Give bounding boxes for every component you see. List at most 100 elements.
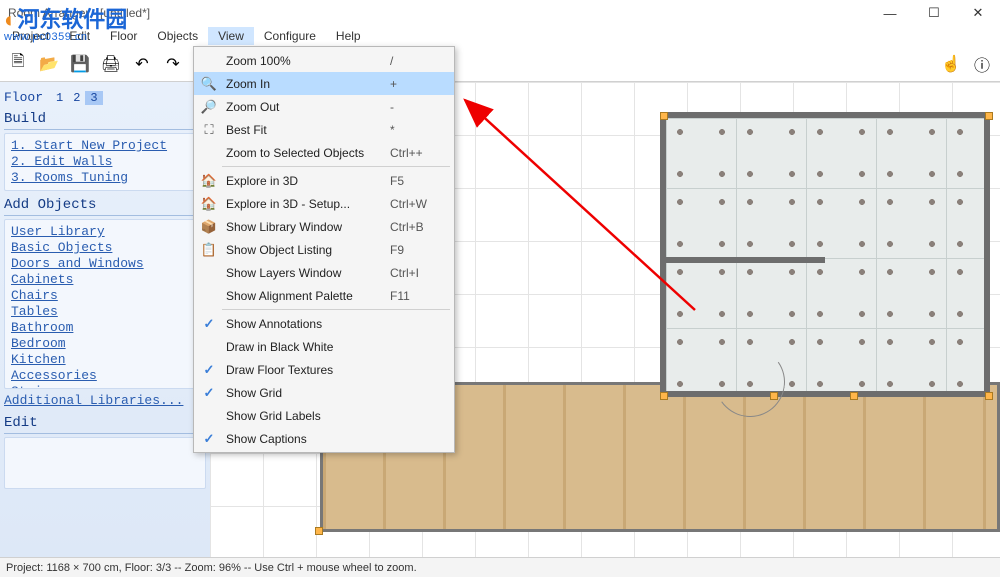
menu-item-draw-in-black-white[interactable]: Draw in Black White xyxy=(194,335,454,358)
category-chairs[interactable]: Chairs xyxy=(11,288,199,304)
print-button[interactable]: 🖨 xyxy=(97,50,125,78)
sidebar: Floor 123 Build 1. Start New Project2. E… xyxy=(0,82,210,557)
menu-icon: 🏠 xyxy=(198,196,220,212)
menu-item-label: Draw in Black White xyxy=(220,340,390,354)
menu-item-show-layers-window[interactable]: Show Layers WindowCtrl+I xyxy=(194,261,454,284)
menu-item-zoom-in[interactable]: 🔍Zoom In+ xyxy=(194,72,454,95)
menu-item-label: Best Fit xyxy=(220,123,390,137)
category-tables[interactable]: Tables xyxy=(11,304,199,320)
resize-handle[interactable] xyxy=(770,392,778,400)
hand-button[interactable]: ☝ xyxy=(937,50,965,78)
build-step[interactable]: 1. Start New Project xyxy=(11,138,199,154)
resize-handle[interactable] xyxy=(985,112,993,120)
floor-label: Floor xyxy=(4,90,43,105)
menu-item-label: Show Captions xyxy=(220,432,390,446)
resize-handle[interactable] xyxy=(985,392,993,400)
maximize-button[interactable]: ☐ xyxy=(912,0,956,26)
menu-item-shortcut: Ctrl+I xyxy=(390,266,448,280)
resize-handle[interactable] xyxy=(315,527,323,535)
menu-floor[interactable]: Floor xyxy=(100,27,147,45)
category-user-library[interactable]: User Library xyxy=(11,224,199,240)
menu-configure[interactable]: Configure xyxy=(254,27,326,45)
menu-item-shortcut: * xyxy=(390,123,448,137)
category-list: User LibraryBasic ObjectsDoors and Windo… xyxy=(4,219,206,389)
menu-icon: 📦 xyxy=(198,219,220,235)
menu-item-label: Explore in 3D xyxy=(220,174,390,188)
menu-item-zoom-100-[interactable]: Zoom 100%/ xyxy=(194,49,454,72)
category-basic-objects[interactable]: Basic Objects xyxy=(11,240,199,256)
menu-item-label: Show Object Listing xyxy=(220,243,390,257)
menu-item-shortcut: Ctrl++ xyxy=(390,146,448,160)
tiled-room[interactable] xyxy=(660,112,990,397)
menu-project[interactable]: Project xyxy=(2,27,59,45)
menu-icon: ⛶ xyxy=(198,122,220,138)
additional-libraries-link[interactable]: Additional Libraries... xyxy=(4,393,206,409)
check-icon xyxy=(198,431,220,447)
menu-edit[interactable]: Edit xyxy=(59,27,100,45)
floor-page-1[interactable]: 1 xyxy=(51,91,68,105)
menu-item-zoom-to-selected-objects[interactable]: Zoom to Selected ObjectsCtrl++ xyxy=(194,141,454,164)
resize-handle[interactable] xyxy=(850,392,858,400)
new-button[interactable]: 🗎 xyxy=(4,50,32,78)
menu-icon: 📋 xyxy=(198,242,220,258)
close-button[interactable]: ✕ xyxy=(956,0,1000,26)
menu-item-shortcut: Ctrl+W xyxy=(390,197,448,211)
menu-item-label: Zoom 100% xyxy=(220,54,390,68)
floor-page-2[interactable]: 2 xyxy=(68,91,85,105)
category-kitchen[interactable]: Kitchen xyxy=(11,352,199,368)
menu-item-shortcut: / xyxy=(390,54,448,68)
category-doors-and-windows[interactable]: Doors and Windows xyxy=(11,256,199,272)
menu-item-explore-in-3d[interactable]: 🏠Explore in 3DF5 xyxy=(194,169,454,192)
menu-separator xyxy=(222,309,450,310)
minimize-button[interactable]: — xyxy=(868,0,912,26)
menu-help[interactable]: Help xyxy=(326,27,371,45)
resize-handle[interactable] xyxy=(660,392,668,400)
check-icon xyxy=(198,316,220,332)
menu-item-draw-floor-textures[interactable]: Draw Floor Textures xyxy=(194,358,454,381)
menu-separator xyxy=(222,166,450,167)
menu-item-label: Zoom to Selected Objects xyxy=(220,146,390,160)
redo-button[interactable]: ↷ xyxy=(159,50,187,78)
info-button[interactable]: ⓘ xyxy=(968,50,996,78)
menu-item-zoom-out[interactable]: 🔎Zoom Out- xyxy=(194,95,454,118)
menu-item-shortcut: F5 xyxy=(390,174,448,188)
menu-item-show-annotations[interactable]: Show Annotations xyxy=(194,312,454,335)
separator xyxy=(4,129,206,130)
floor-page-3[interactable]: 3 xyxy=(85,91,102,105)
menu-item-best-fit[interactable]: ⛶Best Fit* xyxy=(194,118,454,141)
menu-objects[interactable]: Objects xyxy=(147,27,208,45)
build-step[interactable]: 3. Rooms Tuning xyxy=(11,170,199,186)
menu-icon: 🏠 xyxy=(198,173,220,189)
menu-item-show-alignment-palette[interactable]: Show Alignment PaletteF11 xyxy=(194,284,454,307)
menu-item-show-grid[interactable]: Show Grid xyxy=(194,381,454,404)
menu-item-shortcut: F11 xyxy=(390,289,448,303)
category-bathroom[interactable]: Bathroom xyxy=(11,320,199,336)
status-text: Project: 1168 × 700 cm, Floor: 3/3 -- Zo… xyxy=(6,562,417,574)
build-heading: Build xyxy=(4,111,206,127)
build-step[interactable]: 2. Edit Walls xyxy=(11,154,199,170)
open-button[interactable]: 📂 xyxy=(35,50,63,78)
menu-item-show-captions[interactable]: Show Captions xyxy=(194,427,454,450)
status-bar: Project: 1168 × 700 cm, Floor: 3/3 -- Zo… xyxy=(0,557,1000,577)
menu-icon: 🔎 xyxy=(198,99,220,115)
category-stairs[interactable]: Stairs xyxy=(11,384,199,389)
category-bedroom[interactable]: Bedroom xyxy=(11,336,199,352)
toolbar: 🗎📂💾🖨↶↷🔍🔎📦📋🏠✨☝ⓘ xyxy=(0,46,1000,82)
category-cabinets[interactable]: Cabinets xyxy=(11,272,199,288)
menu-item-show-grid-labels[interactable]: Show Grid Labels xyxy=(194,404,454,427)
category-accessories[interactable]: Accessories xyxy=(11,368,199,384)
separator xyxy=(4,215,206,216)
menu-item-label: Explore in 3D - Setup... xyxy=(220,197,390,211)
menu-item-show-object-listing[interactable]: 📋Show Object ListingF9 xyxy=(194,238,454,261)
menu-item-explore-in-3d-setup-[interactable]: 🏠Explore in 3D - Setup...Ctrl+W xyxy=(194,192,454,215)
check-icon xyxy=(198,385,220,401)
menu-item-label: Show Library Window xyxy=(220,220,390,234)
menu-view[interactable]: View xyxy=(208,27,254,45)
undo-button[interactable]: ↶ xyxy=(128,50,156,78)
menu-item-show-library-window[interactable]: 📦Show Library WindowCtrl+B xyxy=(194,215,454,238)
save-button[interactable]: 💾 xyxy=(66,50,94,78)
resize-handle[interactable] xyxy=(660,112,668,120)
interior-wall[interactable] xyxy=(660,257,825,263)
edit-heading: Edit xyxy=(4,415,206,431)
add-objects-heading: Add Objects xyxy=(4,197,206,213)
